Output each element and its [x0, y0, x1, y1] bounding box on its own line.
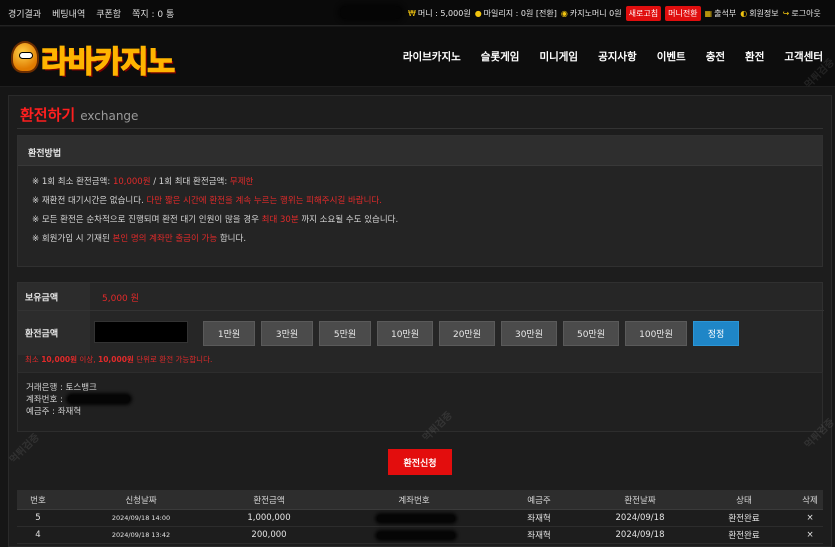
rule-min-max: ※ 1회 최소 환전금액: 10,000원 / 1회 최대 환전금액: 무제한	[32, 177, 254, 187]
casino-money-display: ◉ 카지노머니 0원	[560, 9, 622, 18]
balance-label: 보유금액	[18, 283, 90, 310]
preset-500k-button[interactable]: 50만원	[563, 321, 619, 346]
page-title-korean: 환전하기	[20, 106, 76, 124]
col-amount: 환전금액	[253, 495, 285, 506]
nav-mini-games[interactable]: 미니게임	[539, 49, 578, 64]
method-rules: ※ 1회 최소 환전금액: 10,000원 / 1회 최대 환전금액: 무제한 …	[18, 166, 822, 251]
game-results-link[interactable]: 경기결과	[8, 7, 41, 20]
nav-slot-games[interactable]: 슬롯게임	[481, 49, 520, 64]
redacted-account	[68, 395, 130, 403]
nav-events[interactable]: 이벤트	[657, 49, 686, 64]
col-status: 상태	[736, 495, 752, 506]
delete-row-button[interactable]: ×	[806, 513, 813, 523]
reset-button[interactable]: 정정	[693, 321, 739, 346]
mileage-icon: ●	[474, 9, 482, 18]
larva-mascot-icon	[11, 41, 39, 73]
site-logo[interactable]: 라바카지노	[11, 39, 231, 81]
amount-label: 환전금액	[18, 311, 90, 355]
exchange-submit-button[interactable]: 환전신청	[388, 449, 452, 475]
amount-row: 환전금액 1만원 3만원 5만원 10만원 20만원 30만원 50만원 100…	[18, 311, 824, 355]
preset-200k-button[interactable]: 20만원	[439, 321, 495, 346]
rule-wait-time: ※ 재환전 대기시간은 없습니다. 다만 짧은 시간에 환전을 계속 누르는 행…	[32, 196, 382, 206]
top-links: 경기결과 베팅내역 쿠폰함 쪽지 : 0 통	[8, 7, 174, 20]
preset-50k-button[interactable]: 5만원	[319, 321, 371, 346]
col-no: 번호	[30, 495, 46, 506]
money-convert-button[interactable]: 머니전환	[665, 6, 701, 21]
coupon-link[interactable]: 쿠폰함	[96, 7, 121, 20]
won-icon: ₩	[408, 9, 416, 18]
preset-300k-button[interactable]: 30만원	[501, 321, 557, 346]
balance-value: 5,000 원	[102, 294, 139, 304]
table-row: 5 2024/09/18 14:00 1,000,000 좌재혁 2024/09…	[17, 510, 823, 527]
balance-row: 보유금액 5,000 원	[18, 283, 824, 311]
preset-100k-button[interactable]: 10만원	[377, 321, 433, 346]
preset-30k-button[interactable]: 3만원	[261, 321, 313, 346]
top-account-info: ₩ 머니 : 5,000원 ● 마일리지 : 0원 [전환] ◉ 카지노머니 0원 새…	[408, 6, 821, 21]
bank-info: 거래은행 : 토스뱅크 계좌번호 : 예금주 : 좌재혁	[17, 372, 823, 432]
col-request-date: 신청날짜	[125, 495, 157, 506]
nav-deposit[interactable]: 충전	[706, 49, 725, 64]
casino-chip-icon: ◉	[560, 9, 568, 18]
redacted-account	[377, 515, 455, 522]
preset-1m-button[interactable]: 100만원	[625, 321, 687, 346]
attendance-link[interactable]: ▦ 출석부	[705, 8, 737, 19]
main-nav: 라이브카지노 슬롯게임 미니게임 공지사항 이벤트 충전 환전 고객센터	[403, 49, 823, 64]
logout-icon: ↪	[782, 9, 790, 18]
col-account: 계좌번호	[398, 495, 430, 506]
calendar-icon: ▦	[704, 9, 713, 18]
amount-preset-buttons: 1만원 3만원 5만원 10만원 20만원 30만원 50만원 100만원 정정	[203, 321, 739, 346]
rule-own-account: ※ 회원가입 시 기재된 본인 명의 계좌만 출금이 가능 합니다.	[32, 234, 247, 244]
table-header: 번호 신청날짜 환전금액 계좌번호 예금주 환전날짜 상태 삭제	[17, 490, 823, 510]
col-holder: 예금주	[527, 495, 551, 506]
redacted-account	[377, 532, 455, 539]
account-number: 계좌번호 :	[26, 393, 822, 405]
member-info-link[interactable]: ◐ 회원정보	[740, 8, 778, 19]
method-heading: 환전방법	[18, 136, 822, 166]
mileage-display[interactable]: ● 마일리지 : 0원 [전환]	[475, 8, 557, 19]
exchange-panel: 환전하기 exchange 환전방법 ※ 1회 최소 환전금액: 10,000원…	[8, 95, 832, 547]
nav-live-casino[interactable]: 라이브카지노	[403, 49, 461, 64]
page-title: 환전하기 exchange	[20, 104, 138, 125]
exchange-history-table: 번호 신청날짜 환전금액 계좌번호 예금주 환전날짜 상태 삭제 5 2024/…	[17, 490, 823, 544]
logout-link[interactable]: ↪ 로그아웃	[783, 8, 821, 19]
nav-notices[interactable]: 공지사항	[598, 49, 637, 64]
logo-text: 라바카지노	[40, 44, 176, 81]
money-display: ₩ 머니 : 5,000원	[408, 9, 471, 18]
delete-row-button[interactable]: ×	[806, 530, 813, 540]
col-delete: 삭제	[802, 495, 818, 506]
rule-sequential: ※ 모든 환전은 순차적으로 진행되며 환전 대기 인원이 많을 경우 최대 3…	[32, 215, 399, 225]
amount-input[interactable]	[94, 321, 188, 343]
messages-link[interactable]: 쪽지 : 0 통	[132, 7, 174, 20]
col-exchange-date: 환전날짜	[624, 495, 656, 506]
bank-name: 거래은행 : 토스뱅크	[26, 383, 97, 393]
top-utility-bar: 경기결과 베팅내역 쿠폰함 쪽지 : 0 통 ₩ 머니 : 5,000원 ● 마일리…	[0, 0, 835, 26]
preset-10k-button[interactable]: 1만원	[203, 321, 255, 346]
account-holder: 예금주 : 좌재혁	[26, 407, 82, 417]
nav-withdraw[interactable]: 환전	[745, 49, 764, 64]
table-row: 4 2024/09/18 13:42 200,000 좌재혁 2024/09/1…	[17, 527, 823, 544]
redacted-username	[340, 6, 402, 19]
site-header: 라바카지노 라이브카지노 슬롯게임 미니게임 공지사항 이벤트 충전 환전 고객…	[0, 27, 835, 87]
user-icon: ◐	[740, 9, 748, 18]
exchange-method-box: 환전방법 ※ 1회 최소 환전금액: 10,000원 / 1회 최대 환전금액:…	[17, 135, 823, 267]
title-divider	[17, 128, 823, 129]
page-title-english: exchange	[80, 109, 139, 123]
refresh-button[interactable]: 새로고침	[625, 6, 662, 21]
bet-history-link[interactable]: 베팅내역	[52, 7, 85, 20]
exchange-note: 최소 10,000원 이상, 10,000원 단위로 환전 가능합니다.	[25, 355, 213, 364]
